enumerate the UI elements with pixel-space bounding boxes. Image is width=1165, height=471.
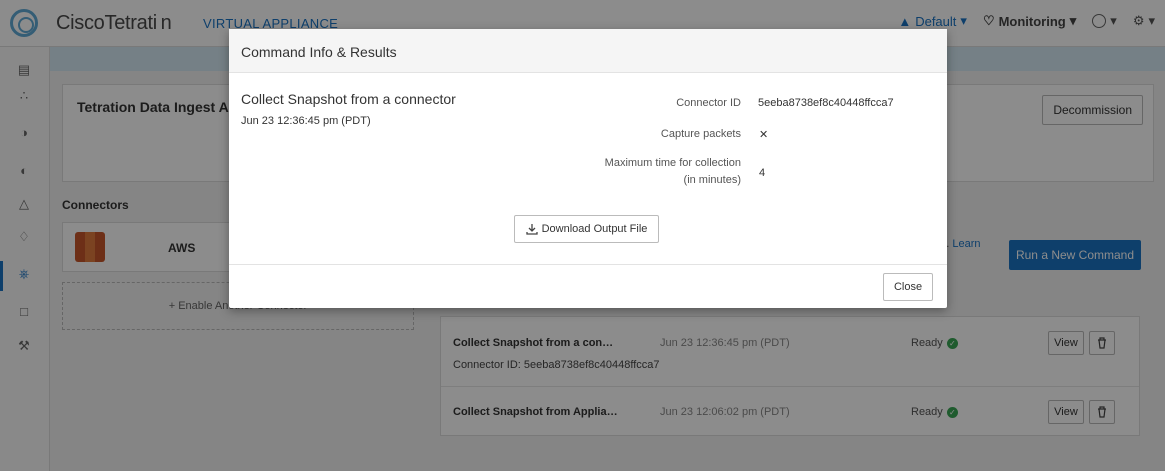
connector-id-label: Connector ID [676,97,741,109]
download-output-button[interactable]: Download Output File [514,215,659,243]
modal-title: Command Info & Results [241,44,397,60]
modal-header: Command Info & Results [229,29,947,73]
max-time-label-line1: Maximum time for collection [604,157,741,169]
max-time-label: Maximum time for collection (in minutes) [605,157,741,186]
close-icon: ✕ [759,129,769,141]
download-icon [525,224,538,235]
capture-packets-label: Capture packets [660,128,741,140]
command-time: Jun 23 12:36:45 pm (PDT) [241,115,371,127]
command-title: Collect Snapshot from a connector [241,91,456,107]
command-info-modal: Command Info & Results Collect Snapshot … [229,29,947,308]
close-button[interactable]: Close [883,273,933,301]
connector-id-value: 5eeba8738ef8c40448ffcca7 [758,97,894,109]
max-time-label-line2: (in minutes) [683,174,741,186]
modal-footer: Close [229,264,947,308]
max-time-value: 4 [759,167,766,179]
download-label: Download Output File [541,223,648,235]
